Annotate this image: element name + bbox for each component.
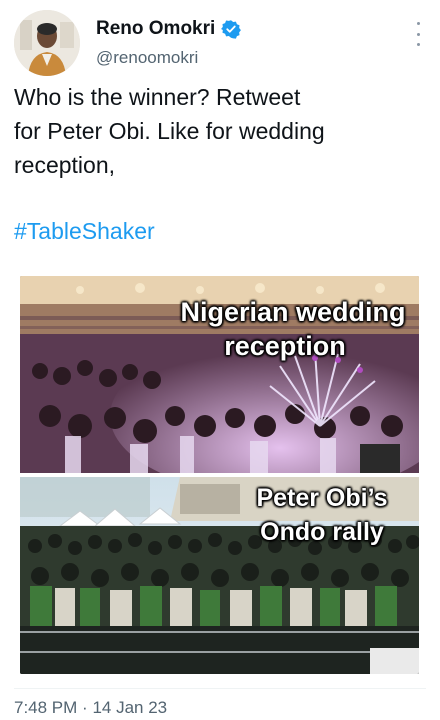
timestamp-separator: · [82, 698, 88, 717]
timestamp-date[interactable]: 14 Jan 23 [92, 698, 167, 717]
tweet-text-line: reception, [14, 152, 116, 178]
display-name[interactable]: Reno Omokri [96, 18, 215, 40]
verified-badge-icon [221, 19, 242, 39]
image-caption: Peter Obi’s [256, 484, 388, 512]
timestamp-time[interactable]: 7:48 PM [14, 698, 77, 717]
handle[interactable]: @renoomokri [96, 48, 198, 68]
divider [14, 688, 426, 689]
image-caption: Ondo rally [260, 518, 384, 546]
avatar[interactable] [14, 10, 80, 76]
tweet-detail: Reno Omokri @renoomokri Who is the winne… [0, 0, 440, 720]
image-caption: reception [224, 331, 346, 361]
tweet-header: Reno Omokri @renoomokri [14, 10, 426, 78]
hashtag-link[interactable]: #TableShaker [14, 218, 155, 245]
more-vertical-icon[interactable] [410, 22, 426, 46]
tweet-image[interactable]: Nigerian wedding reception Peter Obi’s O… [20, 276, 419, 674]
tweet-text-line: for Peter Obi. Like for wedding [14, 118, 325, 144]
timestamp: 7:48 PM · 14 Jan 23 [14, 698, 167, 718]
tweet-text: Who is the winner? Retweet for Peter Obi… [14, 80, 424, 182]
image-caption: Nigerian wedding [180, 297, 406, 327]
tweet-text-line: Who is the winner? Retweet [14, 84, 301, 110]
name-row: Reno Omokri [96, 18, 242, 40]
